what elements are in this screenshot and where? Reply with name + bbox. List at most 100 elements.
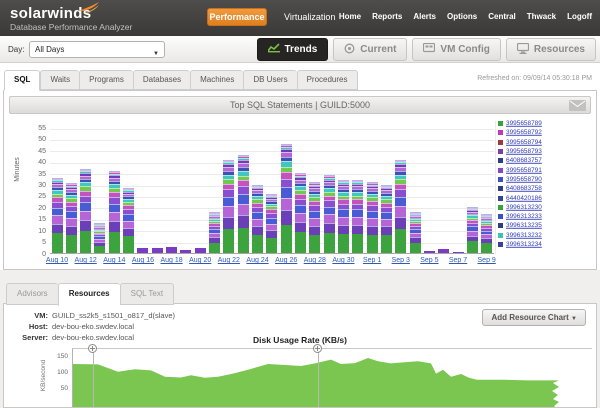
bar-segment: [367, 211, 378, 218]
day-select[interactable]: All Days ▼: [29, 41, 165, 58]
bar-segment: [352, 217, 363, 225]
sql-bar[interactable]: [123, 188, 134, 253]
gridline: [50, 140, 494, 141]
tab-waits[interactable]: Waits: [40, 70, 79, 90]
sql-bar[interactable]: [195, 248, 206, 253]
x-axis-date-link[interactable]: Sep 9: [470, 257, 504, 264]
sql-bar[interactable]: [281, 144, 292, 253]
sql-statement-link[interactable]: 3995658791: [506, 167, 542, 173]
bottom-tab-sql-text[interactable]: SQL Text: [120, 283, 174, 305]
legend-swatch: [498, 214, 503, 219]
nav-home[interactable]: Home: [339, 12, 361, 21]
tab-procedures[interactable]: Procedures: [297, 70, 358, 90]
sql-statement-link[interactable]: 3995658792: [506, 130, 542, 136]
sql-bar[interactable]: [324, 175, 335, 253]
nav-thwack[interactable]: Thwack: [527, 12, 556, 21]
tab-sql[interactable]: SQL: [4, 70, 40, 91]
sql-statement-link[interactable]: 3996313232: [506, 232, 542, 238]
bottom-tab-advisors[interactable]: Advisors: [6, 283, 58, 305]
bar-segment: [52, 208, 63, 216]
sql-statement-link[interactable]: 6440420186: [506, 195, 542, 201]
sql-bar[interactable]: [438, 249, 449, 253]
sql-bar[interactable]: [137, 248, 148, 253]
sql-bar[interactable]: [481, 214, 492, 253]
sql-bar[interactable]: [352, 180, 363, 253]
time-range-handle[interactable]: [313, 344, 322, 353]
sql-bar[interactable]: [395, 160, 406, 254]
sql-bar[interactable]: [180, 250, 191, 253]
view-button-vm-config[interactable]: VM Config: [412, 38, 500, 61]
sql-statement-link[interactable]: 3996313233: [506, 213, 542, 219]
view-button-trends[interactable]: Trends: [257, 38, 329, 61]
bar-segment: [66, 226, 77, 235]
sql-bar[interactable]: [309, 182, 320, 253]
virtualization-link[interactable]: Virtualization: [284, 12, 335, 22]
sql-bar[interactable]: [52, 178, 63, 253]
legend-divider: [495, 121, 496, 254]
sql-bar[interactable]: [424, 251, 435, 253]
sql-bar[interactable]: [295, 173, 306, 253]
email-icon[interactable]: [569, 100, 586, 111]
info-value: GUILD_ss2k5_s1501_o817_d(slave): [52, 310, 175, 321]
chevron-down-icon: ▼: [153, 47, 159, 62]
sql-statement-link[interactable]: 3995658790: [506, 176, 542, 182]
sql-statement-link[interactable]: 6408683758: [506, 185, 542, 191]
legend-swatch: [498, 177, 503, 182]
sql-bar[interactable]: [367, 182, 378, 253]
sql-bar[interactable]: [109, 171, 120, 253]
view-button-current[interactable]: Current: [333, 38, 407, 61]
sql-statement-link[interactable]: 3995658794: [506, 139, 542, 145]
sql-bar[interactable]: [338, 180, 349, 253]
bar-segment: [238, 204, 249, 215]
legend-item: 3996313234: [498, 240, 594, 249]
sql-bar[interactable]: [453, 252, 464, 254]
day-label: Day:: [8, 45, 24, 54]
nav-central[interactable]: Central: [488, 12, 516, 21]
sql-statement-link[interactable]: 3995658793: [506, 148, 542, 154]
bar-segment: [395, 206, 406, 216]
tab-programs[interactable]: Programs: [79, 70, 133, 90]
sql-bar[interactable]: [209, 212, 220, 253]
bar-segment: [381, 212, 392, 219]
sql-bar[interactable]: [266, 194, 277, 253]
sql-bar[interactable]: [410, 212, 421, 253]
sql-bar[interactable]: [238, 155, 249, 253]
disk-area-chart: [73, 349, 591, 408]
sql-bar[interactable]: [80, 169, 91, 253]
chart-title-bar[interactable]: Top SQL Statements | GUILD:5000: [9, 96, 591, 114]
bar-segment: [424, 251, 435, 253]
bottom-tab-resources[interactable]: Resources: [58, 283, 120, 306]
legend-item: 3995658793: [498, 147, 594, 156]
nav-reports[interactable]: Reports: [372, 12, 402, 21]
sql-statement-link[interactable]: 3996313234: [506, 241, 542, 247]
sql-statement-link[interactable]: 3996313235: [506, 223, 542, 229]
y-tick: 25: [22, 193, 46, 200]
sql-bar[interactable]: [223, 160, 234, 254]
bar-segment: [467, 241, 478, 253]
view-button-resources[interactable]: Resources: [506, 38, 596, 61]
sql-bar[interactable]: [152, 248, 163, 253]
tab-machines[interactable]: Machines: [190, 70, 243, 90]
bar-segment: [381, 226, 392, 235]
disk-usage-chart: [72, 348, 592, 408]
sql-bar[interactable]: [66, 183, 77, 253]
add-resource-chart-button[interactable]: Add Resource Chart ▼: [482, 309, 586, 326]
sql-bar[interactable]: [467, 207, 478, 253]
sql-bar[interactable]: [94, 223, 105, 253]
performance-button[interactable]: Performance: [207, 8, 267, 26]
nav-logoff[interactable]: Logoff: [567, 12, 592, 21]
bar-segment: [338, 234, 349, 253]
tab-databases[interactable]: Databases: [133, 70, 190, 90]
view-button-label: Resources: [534, 44, 585, 55]
time-range-handle[interactable]: [88, 344, 97, 353]
nav-options[interactable]: Options: [447, 12, 477, 21]
nav-alerts[interactable]: Alerts: [413, 12, 436, 21]
sql-statement-link[interactable]: 3995658789: [506, 120, 542, 126]
sql-bar[interactable]: [166, 247, 177, 253]
sql-statement-link[interactable]: 3996313230: [506, 204, 542, 210]
sql-bar[interactable]: [252, 185, 263, 253]
sql-bar[interactable]: [381, 185, 392, 253]
tab-db-users[interactable]: DB Users: [243, 70, 296, 90]
bar-segment: [238, 186, 249, 194]
sql-statement-link[interactable]: 6408683757: [506, 158, 542, 164]
